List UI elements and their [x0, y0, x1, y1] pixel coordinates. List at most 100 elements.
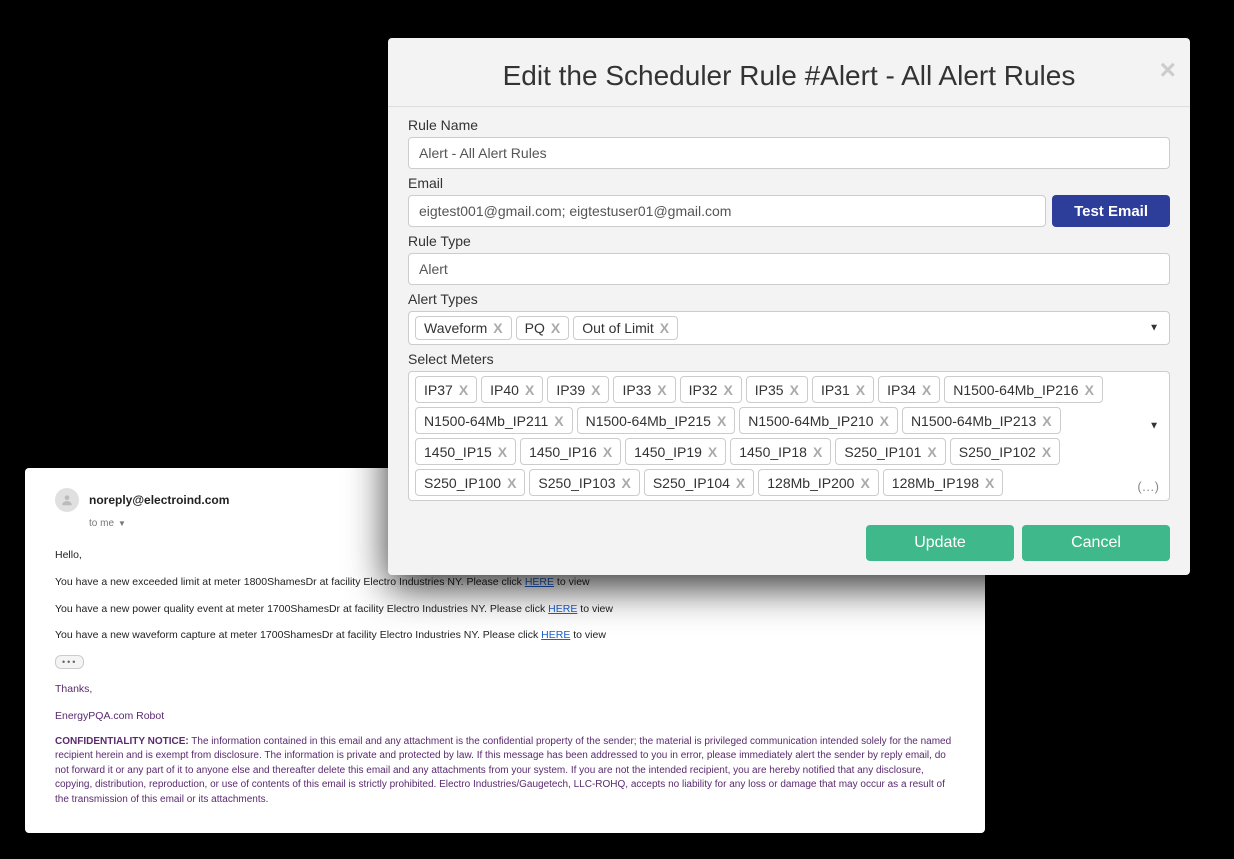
tag-label: N1500-64Mb_IP211 — [424, 413, 548, 429]
cancel-button[interactable]: Cancel — [1022, 525, 1170, 561]
tag-item: 128Mb_IP198 X — [883, 469, 1004, 496]
update-button[interactable]: Update — [866, 525, 1014, 561]
tag-item: S250_IP101 X — [835, 438, 945, 465]
tag-remove-icon[interactable]: X — [507, 475, 516, 491]
confidentiality-heading: CONFIDENTIALITY NOTICE: — [55, 736, 189, 747]
email-line: You have a new exceeded limit at meter 1… — [55, 574, 955, 591]
tag-item: 1450_IP16 X — [520, 438, 621, 465]
tag-remove-icon[interactable]: X — [498, 444, 507, 460]
tag-item: N1500-64Mb_IP216X — [944, 376, 1103, 403]
email-signature: EnergyPQA.com Robot — [55, 708, 955, 725]
tag-item: S250_IP102X — [950, 438, 1060, 465]
tag-item: Out of Limit X — [573, 316, 678, 340]
modal-title: Edit the Scheduler Rule #Alert - All Ale… — [408, 60, 1170, 92]
alert-types-label: Alert Types — [408, 291, 1170, 307]
tag-remove-icon[interactable]: X — [723, 382, 732, 398]
tag-item: IP33 X — [613, 376, 675, 403]
tag-remove-icon[interactable]: X — [1085, 382, 1094, 398]
tag-remove-icon[interactable]: X — [1042, 444, 1051, 460]
email-to-label: to me — [89, 518, 114, 529]
select-meters-select[interactable]: IP37XIP40XIP39XIP33XIP32XIP35XIP31XIP34X… — [408, 371, 1170, 501]
tag-item: 1450_IP18 X — [730, 438, 831, 465]
tag-remove-icon[interactable]: X — [603, 444, 612, 460]
tag-item: IP34X — [878, 376, 940, 403]
tag-remove-icon[interactable]: X — [813, 444, 822, 460]
chevron-down-icon: ▼ — [118, 519, 126, 528]
tag-item: IP32 X — [680, 376, 742, 403]
chevron-down-icon[interactable]: ▼ — [1149, 323, 1159, 334]
expand-trimmed-icon[interactable]: ••• — [55, 655, 84, 669]
tag-item: 1450_IP19 X — [625, 438, 726, 465]
tag-label: 1450_IP15 — [424, 444, 492, 460]
tag-label: IP31 — [821, 382, 850, 398]
tag-item: 128Mb_IP200 X — [758, 469, 879, 496]
chevron-down-icon[interactable]: ▼ — [1149, 421, 1159, 432]
confidentiality-notice: CONFIDENTIALITY NOTICE: The information … — [55, 735, 955, 808]
edit-scheduler-rule-modal: Edit the Scheduler Rule #Alert - All Ale… — [388, 38, 1190, 575]
email-link[interactable]: HERE — [525, 576, 554, 588]
tag-remove-icon[interactable]: X — [856, 382, 865, 398]
rule-type-input[interactable] — [408, 253, 1170, 285]
alert-types-select[interactable]: WaveformXPQXOut of LimitX ▼ — [408, 311, 1170, 345]
tag-item: S250_IP104 X — [644, 469, 754, 496]
tag-remove-icon[interactable]: X — [493, 320, 502, 336]
tag-label: S250_IP104 — [653, 475, 730, 491]
tag-remove-icon[interactable]: X — [736, 475, 745, 491]
tag-remove-icon[interactable]: X — [660, 320, 669, 336]
tag-remove-icon[interactable]: X — [880, 413, 889, 429]
close-icon[interactable]: × — [1160, 54, 1176, 86]
test-email-button[interactable]: Test Email — [1052, 195, 1170, 227]
tag-item: Waveform X — [415, 316, 512, 340]
tag-item: N1500-64Mb_IP211 X — [415, 407, 573, 434]
tag-label: 1450_IP19 — [634, 444, 702, 460]
tag-remove-icon[interactable]: X — [622, 475, 631, 491]
tag-remove-icon[interactable]: X — [922, 382, 931, 398]
avatar — [55, 488, 79, 512]
tag-label: 1450_IP18 — [739, 444, 807, 460]
email-link[interactable]: HERE — [541, 629, 570, 641]
tag-remove-icon[interactable]: X — [554, 413, 563, 429]
email-line: You have a new power quality event at me… — [55, 601, 955, 618]
tag-item: N1500-64Mb_IP213X — [902, 407, 1061, 434]
email-from: noreply@electroind.com — [89, 493, 229, 507]
tag-remove-icon[interactable]: X — [985, 475, 994, 491]
tag-remove-icon[interactable]: X — [459, 382, 468, 398]
tag-label: IP39 — [556, 382, 585, 398]
tag-label: IP35 — [755, 382, 784, 398]
tag-label: 1450_IP16 — [529, 444, 597, 460]
email-input[interactable] — [408, 195, 1046, 227]
rule-name-label: Rule Name — [408, 117, 1170, 133]
tag-remove-icon[interactable]: X — [657, 382, 666, 398]
tag-label: 128Mb_IP200 — [767, 475, 854, 491]
tag-remove-icon[interactable]: X — [708, 444, 717, 460]
tag-label: N1500-64Mb_IP215 — [586, 413, 711, 429]
tag-item: IP31 X — [812, 376, 874, 403]
tag-label: S250_IP101 — [844, 444, 921, 460]
email-link[interactable]: HERE — [548, 603, 577, 615]
email-label: Email — [408, 175, 1170, 191]
tag-item: N1500-64Mb_IP215 X — [577, 407, 736, 434]
tag-label: Waveform — [424, 320, 487, 336]
tag-label: IP37 — [424, 382, 453, 398]
tag-item: N1500-64Mb_IP210 X — [739, 407, 898, 434]
tag-remove-icon[interactable]: X — [860, 475, 869, 491]
tag-label: N1500-64Mb_IP210 — [748, 413, 873, 429]
tag-label: IP40 — [490, 382, 519, 398]
tag-remove-icon[interactable]: X — [551, 320, 560, 336]
tag-item: S250_IP100X — [415, 469, 525, 496]
tag-label: IP33 — [622, 382, 651, 398]
tag-remove-icon[interactable]: X — [790, 382, 799, 398]
tag-remove-icon[interactable]: X — [1042, 413, 1051, 429]
tag-remove-icon[interactable]: X — [591, 382, 600, 398]
tag-label: Out of Limit — [582, 320, 654, 336]
tag-remove-icon[interactable]: X — [717, 413, 726, 429]
tag-item: IP39 X — [547, 376, 609, 403]
tag-label: S250_IP103 — [538, 475, 615, 491]
tag-remove-icon[interactable]: X — [927, 444, 936, 460]
tag-remove-icon[interactable]: X — [525, 382, 534, 398]
tag-label: IP32 — [689, 382, 718, 398]
tag-item: PQX — [516, 316, 570, 340]
tag-label: 128Mb_IP198 — [892, 475, 979, 491]
rule-name-input[interactable] — [408, 137, 1170, 169]
tag-item: IP40 X — [481, 376, 543, 403]
